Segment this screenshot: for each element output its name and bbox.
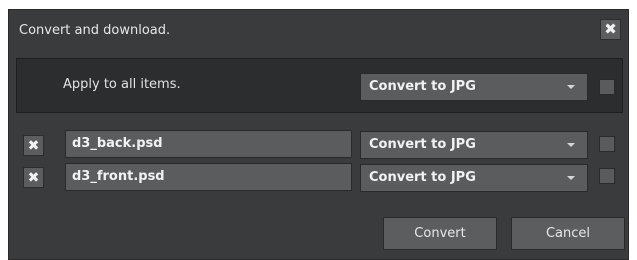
- item-checkbox[interactable]: [599, 168, 615, 184]
- item-checkbox[interactable]: [599, 136, 615, 152]
- apply-all-format-select[interactable]: Convert to JPG: [360, 73, 588, 101]
- convert-button[interactable]: Convert: [383, 217, 497, 250]
- convert-dialog: Convert and download. ✖ Apply to all ite…: [8, 9, 629, 260]
- chevron-down-icon: [567, 176, 575, 180]
- close-icon: ✖: [27, 169, 40, 186]
- close-icon: ✖: [604, 20, 617, 38]
- cancel-button[interactable]: Cancel: [511, 217, 625, 250]
- filename-field[interactable]: d3_front.psd: [65, 163, 352, 191]
- dialog-title: Convert and download.: [19, 23, 171, 38]
- apply-all-label: Apply to all items.: [63, 77, 181, 92]
- item-format-select[interactable]: Convert to JPG: [360, 131, 588, 159]
- select-value: Convert to JPG: [369, 137, 476, 152]
- apply-all-checkbox[interactable]: [599, 79, 615, 95]
- chevron-down-icon: [567, 85, 575, 89]
- select-value: Convert to JPG: [369, 170, 476, 185]
- select-value: Convert to JPG: [369, 79, 476, 94]
- chevron-down-icon: [567, 143, 575, 147]
- apply-all-panel: Apply to all items. Convert to JPG: [16, 58, 623, 113]
- close-button[interactable]: ✖: [600, 19, 621, 40]
- close-icon: ✖: [27, 137, 40, 154]
- filename-field[interactable]: d3_back.psd: [65, 130, 352, 158]
- item-format-select[interactable]: Convert to JPG: [360, 164, 588, 192]
- remove-item-button[interactable]: ✖: [23, 135, 44, 156]
- remove-item-button[interactable]: ✖: [23, 167, 44, 188]
